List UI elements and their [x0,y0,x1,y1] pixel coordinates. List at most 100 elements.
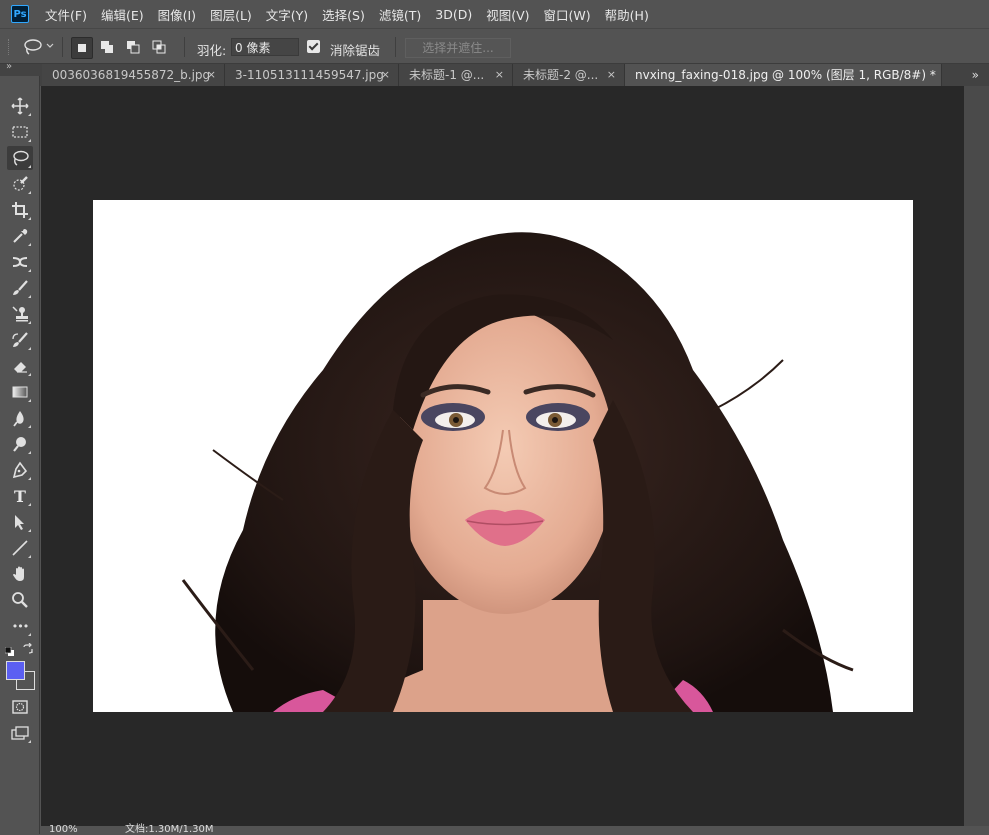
move-tool[interactable] [7,94,33,118]
feather-input[interactable] [231,38,299,56]
options-bar: 羽化: 消除锯齿 选择并遮住... [0,28,989,64]
default-colors-icon [4,646,14,656]
tab-document-2[interactable]: 3-110513111459547.jpg × [225,64,399,86]
quick-mask-button[interactable] [7,695,33,719]
pen-icon [12,461,28,479]
menu-layer[interactable]: 图层(L) [210,5,252,24]
tools-panel: T ••• [0,76,40,834]
foreground-color-swatch[interactable] [6,661,25,680]
chevron-down-icon [46,43,54,48]
tab-label: 3-110513111459547.jpg [235,68,384,82]
eraser-tool[interactable] [7,354,33,378]
tab-untitled-2[interactable]: 未标题-2 @... × [513,64,625,86]
document-tabs: 0036036819455872_b.jpg × 3-1105131114595… [40,64,989,86]
brush-icon [13,280,28,295]
tab-active-document[interactable]: nvxing_faxing-018.jpg @ 100% (图层 1, RGB/… [625,64,942,86]
quick-selection-tool[interactable] [7,172,33,196]
swap-colors-icon [23,642,33,654]
history-brush-icon [12,332,28,347]
separator [184,37,185,57]
blur-tool[interactable] [7,406,33,430]
close-icon[interactable]: × [607,64,616,86]
select-and-mask-button[interactable]: 选择并遮住... [405,38,511,58]
intersect-selection-button[interactable] [149,37,171,59]
zoom-icon [12,592,28,608]
portrait-photo [93,200,913,712]
gradient-icon [12,386,28,398]
marquee-tool[interactable] [7,120,33,144]
tab-label: 0036036819455872_b.jpg [52,68,211,82]
vertical-scrollbar[interactable] [964,86,989,826]
menu-filter[interactable]: 滤镜(T) [379,5,421,24]
tab-overflow-icon[interactable]: » [972,64,979,86]
crop-icon [12,202,28,218]
tab-label: 未标题-1 @... [409,68,485,82]
swap-colors-button[interactable] [22,642,34,655]
clone-stamp-tool[interactable] [7,302,33,326]
pen-tool[interactable] [7,458,33,482]
marquee-icon [12,126,28,138]
line-icon [12,540,28,556]
gradient-tool[interactable] [7,380,33,404]
menu-window[interactable]: 窗口(W) [544,5,591,24]
menu-edit[interactable]: 编辑(E) [101,5,144,24]
options-grip[interactable] [8,39,11,55]
new-selection-button[interactable] [71,37,93,59]
menu-help[interactable]: 帮助(H) [605,5,649,24]
quick-selection-icon [13,176,28,191]
default-colors-button[interactable] [4,645,14,656]
menu-type[interactable]: 文字(Y) [266,5,308,24]
subtract-selection-icon [127,41,140,54]
dodge-tool[interactable] [7,432,33,456]
menubar: Ps 文件(F) 编辑(E) 图像(I) 图层(L) 文字(Y) 选择(S) 滤… [0,0,989,28]
edit-toolbar-button[interactable]: ••• [7,614,33,638]
document-image[interactable] [93,200,913,712]
panel-collapse-icon: » [6,61,13,72]
screen-mode-button[interactable] [7,721,33,745]
subtract-from-selection-button[interactable] [123,37,145,59]
quick-mask-icon [12,700,28,714]
eyedropper-tool[interactable] [7,224,33,248]
move-icon [11,97,29,115]
path-selection-icon [15,515,24,530]
hand-icon [13,566,24,581]
canvas-workspace[interactable] [41,86,964,826]
type-tool[interactable]: T [7,484,33,508]
menu-file[interactable]: 文件(F) [45,5,87,24]
separator [395,37,396,57]
dodge-icon [13,437,26,452]
menu-select[interactable]: 选择(S) [322,5,365,24]
lasso-tool[interactable] [7,146,33,170]
intersect-selection-icon [152,40,166,54]
close-icon[interactable]: × [495,64,504,86]
healing-brush-icon [12,257,28,267]
zoom-tool[interactable] [7,588,33,612]
lasso-icon [24,39,54,55]
path-selection-tool[interactable] [7,510,33,534]
line-tool[interactable] [7,536,33,560]
crop-tool[interactable] [7,198,33,222]
eyedropper-icon [13,229,28,243]
close-icon[interactable]: × [207,64,216,86]
brush-tool[interactable] [7,276,33,300]
blur-icon [13,411,24,427]
new-selection-icon [78,44,86,52]
tool-preset-picker[interactable] [22,37,56,57]
lasso-icon [13,150,29,166]
menu-view[interactable]: 视图(V) [486,5,529,24]
history-brush-tool[interactable] [7,328,33,352]
menu-image[interactable]: 图像(I) [158,5,196,24]
healing-brush-tool[interactable] [7,250,33,274]
add-selection-icon [101,41,113,53]
add-to-selection-button[interactable] [97,37,119,59]
more-icon: ••• [11,619,29,633]
photoshop-logo[interactable]: Ps [11,5,29,23]
close-icon[interactable]: × [381,64,390,86]
panel-collapse-strip[interactable]: » [0,61,40,76]
type-icon: T [14,486,26,506]
tab-untitled-1[interactable]: 未标题-1 @... × [399,64,513,86]
menu-3d[interactable]: 3D(D) [435,7,472,22]
tab-document-1[interactable]: 0036036819455872_b.jpg × [42,64,225,86]
hand-tool[interactable] [7,562,33,586]
antialias-checkbox[interactable] [307,40,320,53]
